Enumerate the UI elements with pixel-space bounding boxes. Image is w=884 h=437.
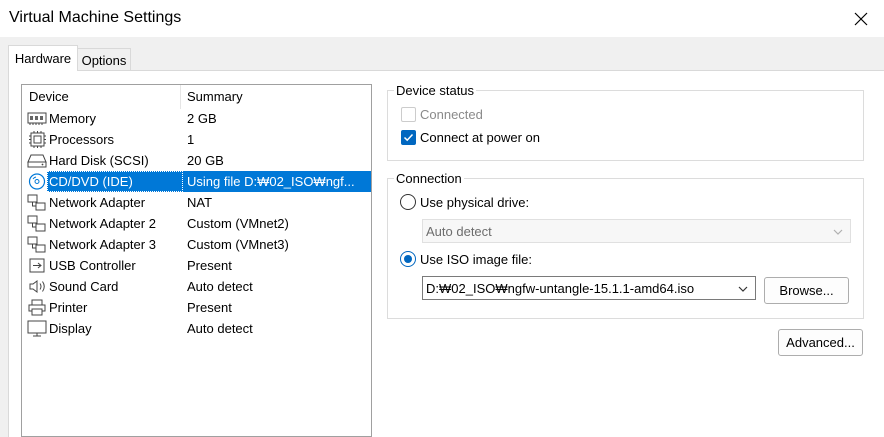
device-name: Network Adapter 2 xyxy=(49,216,156,231)
iso-image-path-combo[interactable]: D:₩02_ISO₩ngfw-untangle-15.1.1-amd64.iso xyxy=(422,276,756,300)
device-summary: 20 GB xyxy=(187,153,224,168)
device-name: Network Adapter 3 xyxy=(49,237,156,252)
hard-disk-icon xyxy=(27,154,47,168)
device-row-display[interactable]: Display Auto detect xyxy=(22,318,371,339)
device-summary: Using file D:₩02_ISO₩ngf... xyxy=(187,174,355,189)
physical-drive-dropdown[interactable]: Auto detect xyxy=(422,219,851,243)
connected-checkbox[interactable] xyxy=(401,107,416,122)
column-separator[interactable] xyxy=(180,85,181,109)
device-summary: Custom (VMnet2) xyxy=(187,216,289,231)
tab-options[interactable]: Options xyxy=(78,48,131,71)
tab-hardware[interactable]: Hardware xyxy=(8,45,78,71)
device-name: Network Adapter xyxy=(49,195,146,210)
advanced-button-label: Advanced... xyxy=(786,335,855,350)
device-summary: NAT xyxy=(187,195,213,210)
device-name: Printer xyxy=(49,300,88,315)
network-adapter-icon xyxy=(27,236,46,253)
device-name: Hard Disk (SCSI) xyxy=(49,153,149,168)
device-summary: Custom (VMnet3) xyxy=(187,237,289,252)
device-summary: Auto detect xyxy=(187,279,253,294)
cd-dvd-icon xyxy=(28,173,46,190)
connect-at-power-on-checkbox[interactable] xyxy=(401,130,416,145)
checkmark-icon xyxy=(403,133,414,142)
browse-button[interactable]: Browse... xyxy=(764,277,849,304)
device-name: Processors xyxy=(49,132,115,147)
browse-button-label: Browse... xyxy=(779,283,834,298)
device-row-network-adapter-3[interactable]: Network Adapter 3 Custom (VMnet3) xyxy=(22,234,371,255)
device-status-label: Device status xyxy=(394,83,477,98)
connect-at-power-on-label: Connect at power on xyxy=(420,130,540,145)
display-icon xyxy=(27,320,47,337)
chevron-down-icon xyxy=(833,229,843,235)
tab-options-label: Options xyxy=(81,52,127,68)
device-name: Display xyxy=(49,321,92,336)
network-adapter-icon xyxy=(27,194,46,211)
device-row-network-adapter[interactable]: Network Adapter NAT xyxy=(22,192,371,213)
device-list[interactable]: Device Summary Memory 2 GB Processors 1 … xyxy=(21,84,372,437)
device-row-usb-controller[interactable]: USB Controller Present xyxy=(22,255,371,276)
connection-label: Connection xyxy=(394,171,464,186)
usb-icon xyxy=(29,258,45,273)
physical-drive-value: Auto detect xyxy=(426,224,492,239)
tab-hardware-label: Hardware xyxy=(14,51,72,66)
use-physical-drive-radio[interactable] xyxy=(400,194,416,210)
column-header-summary[interactable]: Summary xyxy=(187,89,243,104)
iso-image-path-value: D:₩02_ISO₩ngfw-untangle-15.1.1-amd64.iso xyxy=(426,281,695,296)
device-row-sound-card[interactable]: Sound Card Auto detect xyxy=(22,276,371,297)
device-row-printer[interactable]: Printer Present xyxy=(22,297,371,318)
memory-icon xyxy=(27,112,47,125)
device-status-group xyxy=(387,90,864,161)
close-button[interactable] xyxy=(838,0,884,37)
device-row-memory[interactable]: Memory 2 GB xyxy=(22,108,371,129)
window-title: Virtual Machine Settings xyxy=(9,9,182,26)
printer-icon xyxy=(28,299,46,316)
use-iso-image-label: Use ISO image file: xyxy=(420,252,532,267)
network-adapter-icon xyxy=(27,215,46,232)
advanced-button[interactable]: Advanced... xyxy=(778,329,863,356)
speaker-icon xyxy=(29,280,45,293)
device-row-processors[interactable]: Processors 1 xyxy=(22,129,371,150)
use-iso-image-radio[interactable] xyxy=(400,251,416,267)
device-summary: Present xyxy=(187,300,232,315)
column-header-device[interactable]: Device xyxy=(29,89,69,104)
device-name: CD/DVD (IDE) xyxy=(49,174,133,189)
device-summary: 2 GB xyxy=(187,111,217,126)
use-physical-drive-label: Use physical drive: xyxy=(420,195,530,210)
processor-icon xyxy=(29,131,46,148)
device-summary: Auto detect xyxy=(187,321,253,336)
device-name: Sound Card xyxy=(49,279,119,294)
device-row-hard-disk[interactable]: Hard Disk (SCSI) 20 GB xyxy=(22,150,371,171)
device-list-header: Device Summary xyxy=(22,85,371,109)
chevron-down-icon xyxy=(738,286,748,292)
device-name: USB Controller xyxy=(49,258,136,273)
device-row-network-adapter-2[interactable]: Network Adapter 2 Custom (VMnet2) xyxy=(22,213,371,234)
close-icon xyxy=(854,12,868,25)
device-row-cd-dvd[interactable]: CD/DVD (IDE) Using file D:₩02_ISO₩ngf... xyxy=(22,171,371,192)
title-bar: Virtual Machine Settings xyxy=(0,0,884,37)
device-summary: 1 xyxy=(187,132,195,147)
connected-label: Connected xyxy=(420,107,483,122)
device-summary: Present xyxy=(187,258,232,273)
device-name: Memory xyxy=(49,111,96,126)
